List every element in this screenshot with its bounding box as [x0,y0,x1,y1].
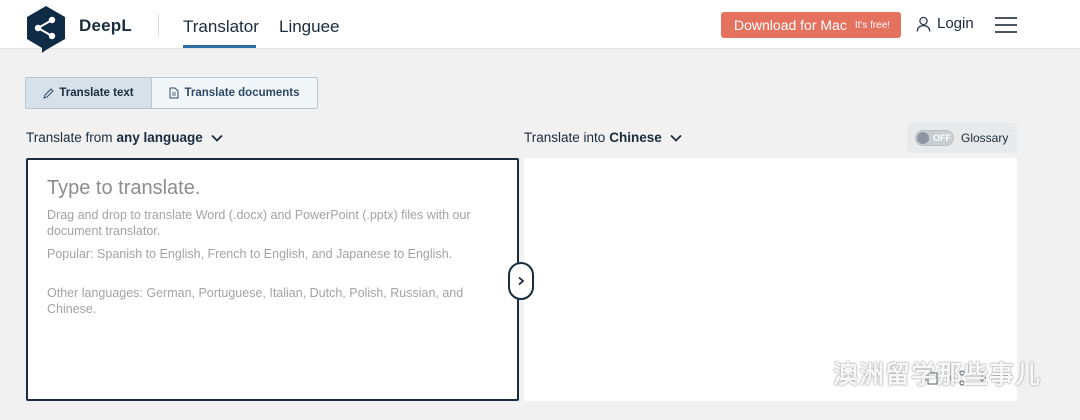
download-button-label: Download for Mac [734,17,847,33]
watermark-text: 澳洲留学那些事儿 [833,360,1042,389]
download-for-mac-button[interactable]: Download for Mac It's free! [721,12,901,38]
document-icon [169,87,179,99]
tab-translate-text[interactable]: Translate text [26,78,152,108]
swap-languages-button[interactable] [508,262,534,300]
target-language-selector[interactable]: Translate into Chinese [524,130,683,145]
chevron-right-icon [518,276,525,286]
brand-name[interactable]: DeepL [79,16,132,36]
source-placeholder: Type to translate. [47,177,201,199]
active-tab-indicator [183,45,256,48]
glossary-label[interactable]: Glossary [961,131,1008,145]
wechat-icon [785,357,824,388]
wechat-watermark: 澳洲留学那些事儿 [785,355,1041,391]
translation-mode-tabs: Translate text Translate documents [25,77,318,109]
user-icon [916,16,931,32]
chevron-down-icon [670,134,682,142]
translate-text-label: Translate text [59,87,134,99]
glossary-toggle[interactable]: OFF [915,130,954,146]
target-language-value: Chinese [609,130,662,145]
source-text-input[interactable]: Type to translate. Drag and drop to tran… [26,158,519,401]
toggle-state-label: OFF [933,133,951,143]
tab-linguee[interactable]: Linguee [279,17,340,37]
source-language-selector[interactable]: Translate from any language [26,130,224,145]
top-navigation-bar: DeepL Translator Linguee Download for Ma… [0,0,1080,53]
header-divider [158,14,159,36]
translate-into-label: Translate into [524,130,606,145]
drag-drop-hint: Drag and drop to translate Word (.docx) … [47,208,471,238]
translate-documents-label: Translate documents [184,87,300,99]
glossary-control: OFF Glossary [907,123,1017,153]
download-free-badge: It's free! [854,19,891,31]
login-label: Login [937,15,974,32]
chevron-down-icon [211,134,223,142]
tab-translate-documents[interactable]: Translate documents [152,78,317,108]
translate-from-label: Translate from [26,130,113,145]
source-language-value: any language [116,130,203,145]
pen-icon [43,87,55,99]
toggle-knob [917,132,929,144]
other-languages-hint: Other languages: German, Portuguese, Ita… [47,286,464,316]
tab-translator[interactable]: Translator [183,17,259,37]
deepl-logo-icon[interactable] [24,4,68,54]
login-button[interactable]: Login [916,15,974,32]
popular-languages-hint: Popular: Spanish to English, French to E… [47,247,453,261]
hamburger-menu-icon[interactable] [995,17,1017,33]
